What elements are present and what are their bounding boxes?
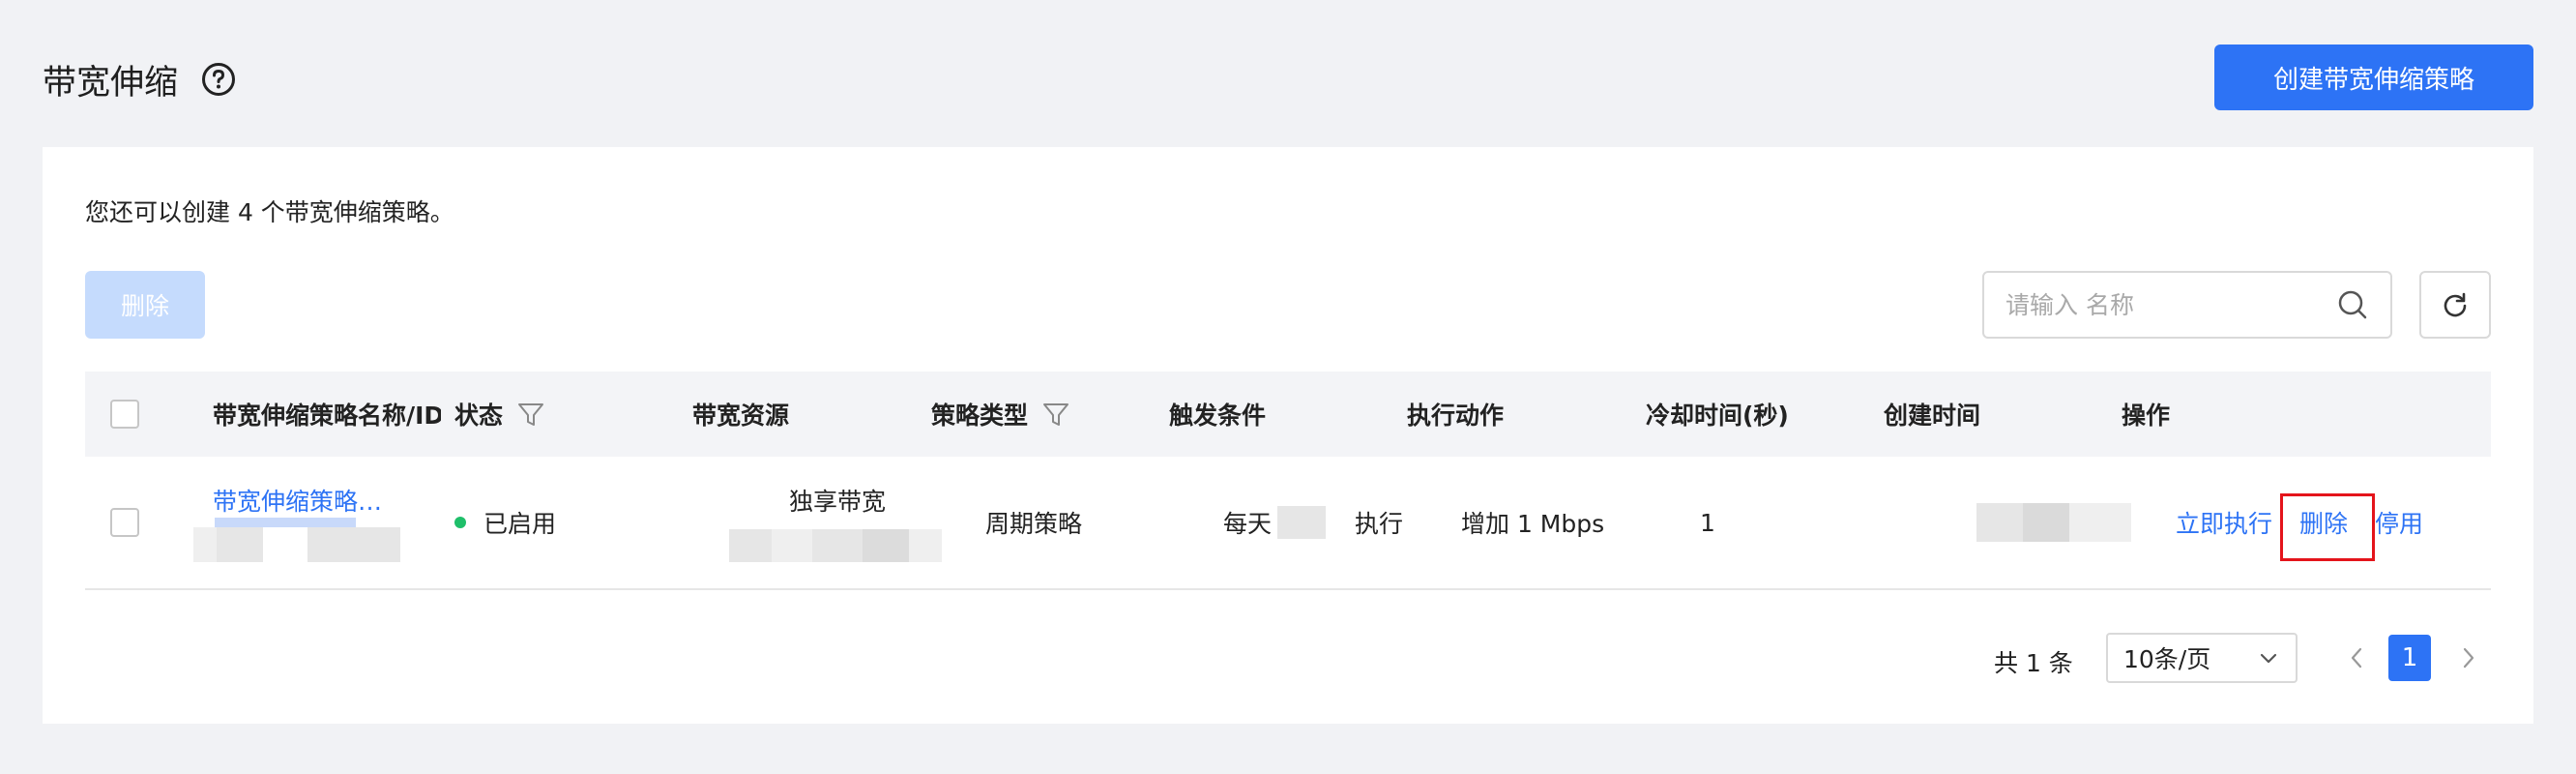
quota-info-text: 您还可以创建 4 个带宽伸缩策略。	[85, 198, 454, 226]
chevron-down-icon	[2257, 646, 2280, 670]
created-time-cell	[1976, 457, 2131, 588]
column-header-cooldown: 冷却时间(秒)	[1646, 402, 1789, 430]
trigger-cell: 每天 执行	[1223, 457, 1403, 588]
redacted-block	[812, 529, 863, 562]
row-checkbox-cell[interactable]	[110, 457, 139, 588]
page-number-current[interactable]: 1	[2388, 635, 2431, 681]
page-title: 带宽伸缩	[43, 63, 179, 103]
redacted-block	[729, 529, 772, 562]
redacted-block	[863, 529, 909, 562]
policy-id-redacted	[215, 518, 356, 527]
redacted-block	[307, 527, 400, 562]
redacted-block	[217, 527, 263, 562]
cooldown-cell: 1	[1700, 508, 1715, 537]
policy-table: 带宽伸缩策略名称/ID 状态 带宽资源 策略类型 触发条件 执行动作 冷却时间(…	[85, 372, 2491, 590]
execute-now-link[interactable]: 立即执行	[2176, 505, 2272, 540]
select-all-checkbox[interactable]	[110, 400, 139, 429]
refresh-icon	[2442, 291, 2469, 318]
refresh-button[interactable]	[2419, 271, 2491, 339]
next-page-button[interactable]	[2454, 642, 2483, 673]
search-box[interactable]	[1982, 271, 2392, 339]
page: 带宽伸缩 创建带宽伸缩策略 您还可以创建 4 个带宽伸缩策略。 删除 请输入 名…	[0, 0, 2576, 774]
column-header-policy-type: 策略类型	[931, 372, 1070, 457]
policy-name-cell: 带宽伸缩策略…	[193, 457, 400, 588]
redacted-block	[2023, 503, 2069, 542]
policy-card: 您还可以创建 4 个带宽伸缩策略。 删除 请输入 名称 带宽伸缩策略名称/ID …	[43, 147, 2533, 724]
prev-page-button[interactable]	[2342, 642, 2371, 673]
redacted-block	[193, 527, 217, 562]
table-row: 带宽伸缩策略… 已启用 独享带宽 周期策略 每天 执行 增加 1 Mbps 1 …	[85, 457, 2491, 590]
policy-type-cell: 周期策略	[985, 510, 1083, 538]
column-header-operations: 操作	[2122, 402, 2171, 430]
bandwidth-type: 独享带宽	[789, 488, 887, 516]
chevron-right-icon	[2463, 647, 2474, 669]
total-count: 共 1 条	[1994, 649, 2073, 677]
redacted-block	[909, 529, 942, 562]
redacted-block	[772, 529, 812, 562]
status-cell: 已启用	[454, 457, 556, 588]
create-policy-button[interactable]: 创建带宽伸缩策略	[2214, 45, 2533, 110]
policy-type-filter-icon[interactable]	[1041, 400, 1070, 429]
table-header: 带宽伸缩策略名称/ID 状态 带宽资源 策略类型 触发条件 执行动作 冷却时间(…	[85, 372, 2491, 457]
status-enabled-dot	[454, 517, 466, 528]
chevron-left-icon	[2351, 647, 2362, 669]
column-header-action: 执行动作	[1407, 402, 1505, 430]
page-size-select[interactable]: 10条/页	[2106, 633, 2298, 683]
column-header-created: 创建时间	[1884, 402, 1981, 430]
header-checkbox-cell[interactable]	[110, 372, 139, 457]
redacted-block	[1976, 503, 2023, 542]
column-header-bandwidth: 带宽资源	[692, 402, 790, 430]
pagination: 共 1 条 10条/页 1	[43, 633, 2533, 687]
redacted-block	[1277, 506, 1327, 539]
action-cell: 增加 1 Mbps	[1461, 510, 1605, 538]
redacted-block	[2069, 503, 2131, 542]
row-checkbox[interactable]	[110, 508, 139, 537]
column-header-trigger: 触发条件	[1169, 402, 1267, 430]
column-header-name: 带宽伸缩策略名称/ID	[213, 402, 441, 430]
bulk-delete-button[interactable]: 删除	[85, 271, 205, 339]
page-header: 带宽伸缩	[43, 52, 236, 106]
column-header-status: 状态	[454, 372, 545, 457]
status-label: 已启用	[483, 510, 557, 538]
policy-name-link[interactable]: 带宽伸缩策略…	[213, 483, 382, 518]
disable-link[interactable]: 停用	[2375, 505, 2423, 540]
bandwidth-cell: 独享带宽	[729, 457, 942, 588]
help-icon[interactable]	[201, 62, 236, 97]
search-input[interactable]	[2005, 290, 2336, 319]
status-filter-icon[interactable]	[516, 400, 545, 429]
delete-highlight-box	[2280, 493, 2375, 561]
search-icon[interactable]	[2336, 288, 2369, 321]
